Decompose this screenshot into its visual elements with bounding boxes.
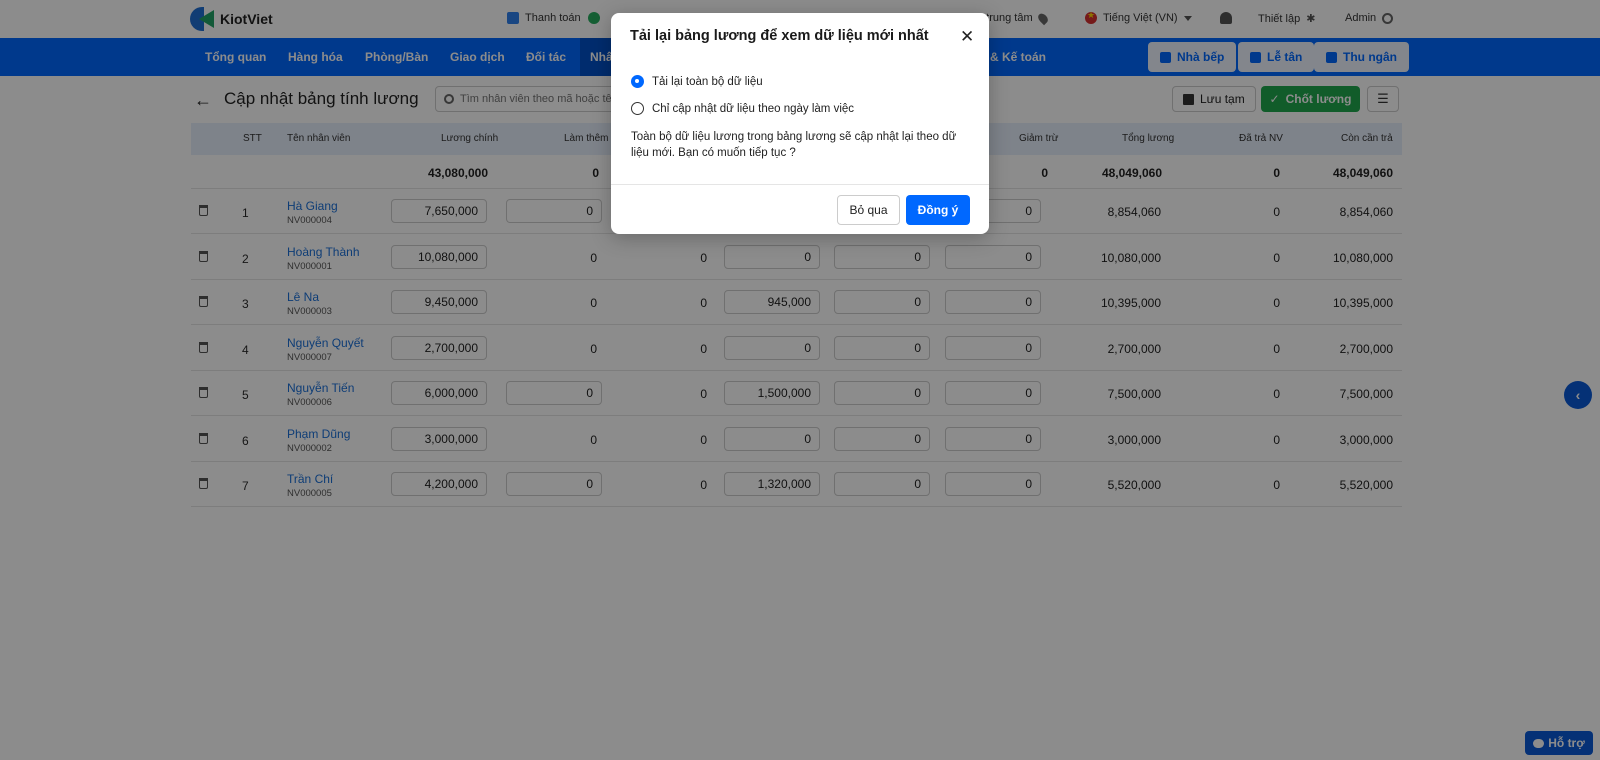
dialog-divider [611, 184, 989, 185]
dialog-title: Tải lại bảng lương để xem dữ liệu mới nh… [630, 28, 929, 44]
cancel-button[interactable]: Bỏ qua [837, 195, 900, 225]
close-icon[interactable]: ✕ [960, 27, 974, 47]
reload-all-label: Tải lại toàn bộ dữ liệu [652, 75, 763, 88]
reload-all-option[interactable]: Tải lại toàn bộ dữ liệu [631, 75, 763, 88]
dialog-message: Toàn bộ dữ liệu lương trong bảng lương s… [631, 131, 957, 159]
radio-unselected[interactable] [631, 102, 644, 115]
radio-selected[interactable] [631, 75, 644, 88]
reload-days-option[interactable]: Chỉ cập nhật dữ liệu theo ngày làm việc [631, 102, 854, 115]
reload-payroll-dialog: Tải lại bảng lương để xem dữ liệu mới nh… [611, 13, 989, 234]
confirm-button[interactable]: Đồng ý [906, 195, 970, 225]
reload-days-label: Chỉ cập nhật dữ liệu theo ngày làm việc [652, 102, 855, 115]
